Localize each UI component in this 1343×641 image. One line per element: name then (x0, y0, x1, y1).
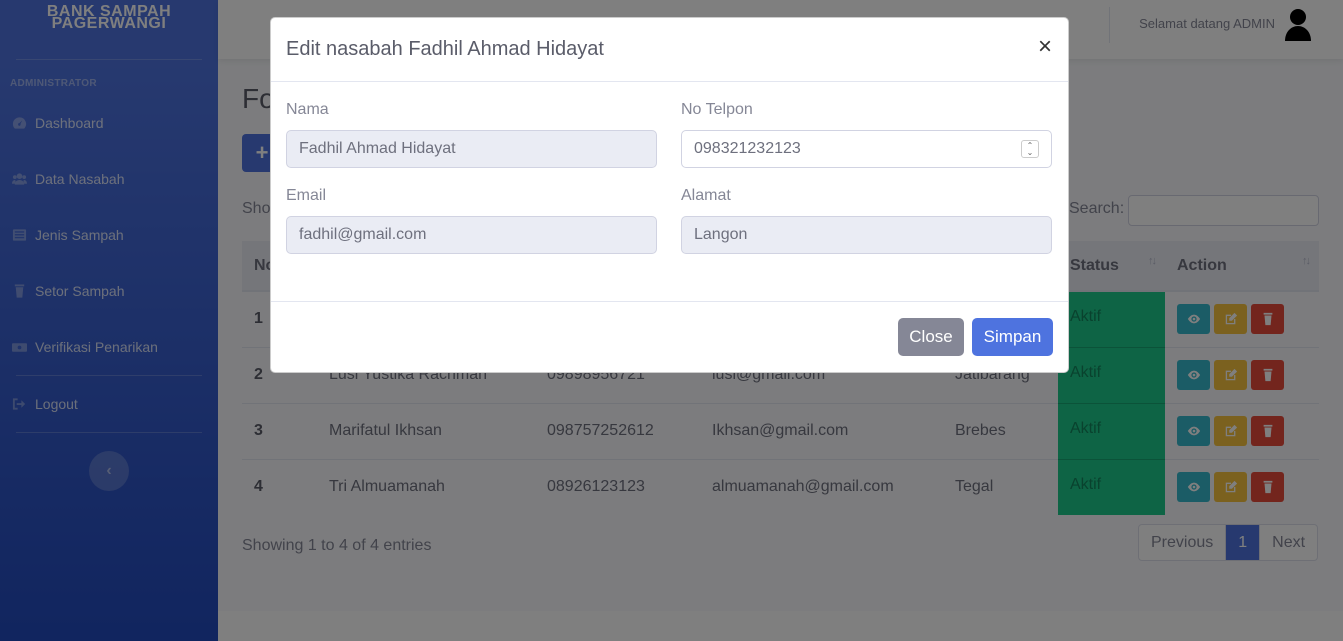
telp-field[interactable]: 098321232123 ⌃ ⌄ (681, 130, 1052, 168)
telp-label: No Telpon (681, 101, 753, 118)
save-button[interactable]: Simpan (972, 318, 1053, 356)
email-field[interactable]: fadhil@gmail.com (286, 216, 657, 254)
alamat-field[interactable]: Langon (681, 216, 1052, 254)
modal-title: Edit nasabah Fadhil Ahmad Hidayat (286, 38, 604, 60)
modal-footer: Close Simpan (271, 302, 1068, 372)
telp-value: 098321232123 (694, 140, 801, 157)
nama-field[interactable]: Fadhil Ahmad Hidayat (286, 130, 657, 168)
close-button[interactable]: Close (898, 318, 964, 356)
number-spinner-icon[interactable]: ⌃ ⌄ (1021, 140, 1039, 158)
nama-label: Nama (286, 101, 329, 118)
email-label: Email (286, 187, 327, 204)
modal-header: Edit nasabah Fadhil Ahmad Hidayat × (271, 18, 1068, 82)
alamat-label: Alamat (681, 187, 731, 204)
modal-body: Nama Fadhil Ahmad Hidayat No Telpon 0983… (271, 82, 1068, 302)
close-icon[interactable]: × (1038, 34, 1052, 60)
edit-nasabah-modal: Edit nasabah Fadhil Ahmad Hidayat × Nama… (270, 17, 1069, 373)
